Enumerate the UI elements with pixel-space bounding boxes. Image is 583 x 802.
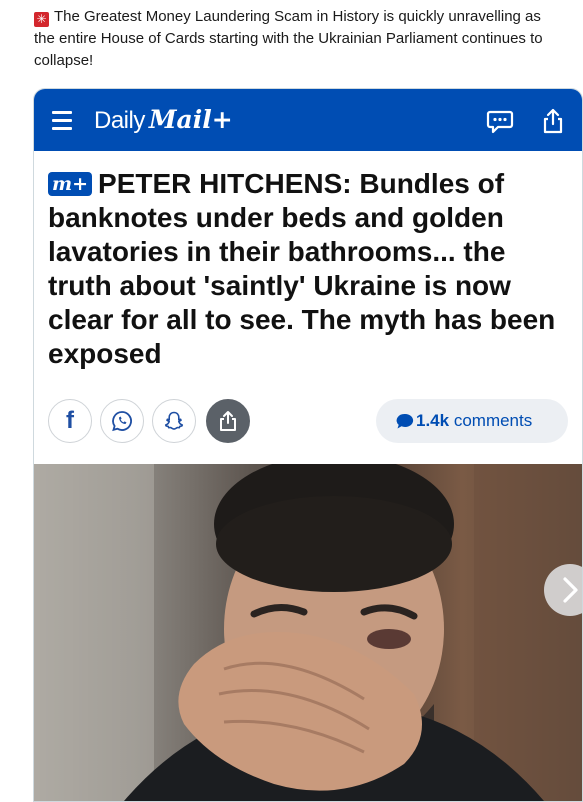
snapchat-icon: [164, 411, 184, 430]
post-text-content: The Greatest Money Laundering Scam in Hi…: [34, 8, 543, 69]
snapchat-share-button[interactable]: [152, 399, 196, 443]
article-headline[interactable]: m+ PETER HITCHENS: Bundles of banknotes u…: [48, 167, 568, 371]
hamburger-menu-icon[interactable]: [52, 111, 72, 130]
brand-daily: Daily: [94, 107, 145, 134]
comments-button[interactable]: 1.4k comments: [376, 399, 568, 443]
whatsapp-icon: [112, 411, 132, 432]
dailymail-logo[interactable]: Daily Mail+: [94, 105, 233, 135]
facebook-share-button[interactable]: f: [48, 399, 92, 443]
dailymail-header: Daily Mail+: [34, 89, 582, 151]
article-card[interactable]: Daily Mail+ m+ PETER HITCHENS: Bundles of …: [33, 88, 583, 802]
share-icon: [220, 411, 236, 431]
facebook-icon: f: [66, 407, 74, 434]
share-icon[interactable]: [539, 107, 567, 135]
post-text: ✳ The Greatest Money Laundering Scam in H…: [34, 6, 554, 72]
comments-label: comments: [453, 411, 533, 430]
article-photo[interactable]: [34, 464, 582, 801]
comment-icon[interactable]: [486, 107, 514, 135]
comment-bubble-icon: [396, 413, 414, 429]
photo-illustration: [34, 464, 582, 801]
mail-plus-badge: m+: [48, 172, 93, 196]
chevron-right-icon: [563, 577, 578, 603]
rotating-light-emoji-icon: ✳: [34, 12, 49, 27]
headline-text: PETER HITCHENS: Bundles of banknotes und…: [48, 168, 556, 369]
whatsapp-share-button[interactable]: [100, 399, 144, 443]
comments-count: 1.4k: [416, 411, 450, 430]
article-headline-block[interactable]: m+ PETER HITCHENS: Bundles of banknotes u…: [48, 167, 568, 371]
comments-count-text: 1.4k comments: [416, 411, 532, 431]
more-share-button[interactable]: [206, 399, 250, 443]
social-share-bar: f 1.4k comments: [48, 399, 568, 443]
brand-mail: Mail+: [148, 105, 233, 134]
